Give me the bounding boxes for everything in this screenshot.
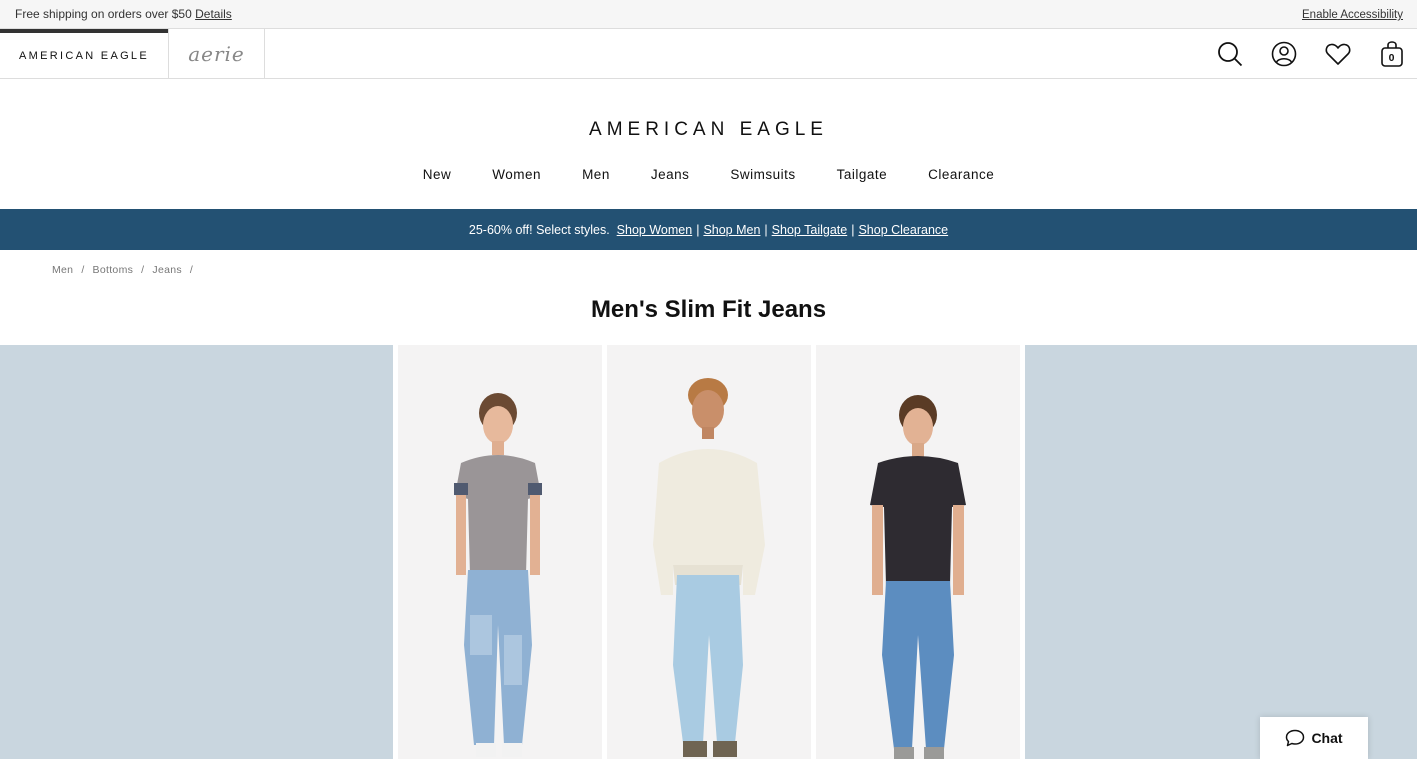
gallery-side-panel-left bbox=[0, 345, 393, 759]
promo-separator: | bbox=[764, 222, 768, 237]
header-icons: 0 bbox=[1216, 29, 1405, 79]
promo-link-shop-clearance[interactable]: Shop Clearance bbox=[858, 223, 948, 237]
chat-button[interactable]: Chat bbox=[1260, 717, 1368, 759]
breadcrumb-item-jeans[interactable]: Jeans bbox=[152, 264, 182, 276]
promo-link-shop-women[interactable]: Shop Women bbox=[617, 223, 693, 237]
nav-item-women[interactable]: Women bbox=[472, 167, 562, 193]
nav-item-swimsuits[interactable]: Swimsuits bbox=[710, 167, 816, 193]
gallery-side-panel-right bbox=[1025, 345, 1417, 759]
chat-label: Chat bbox=[1311, 730, 1343, 746]
breadcrumb: Men / Bottoms / Jeans / bbox=[52, 264, 201, 276]
hero-gallery bbox=[0, 345, 1417, 759]
breadcrumb-separator: / bbox=[189, 264, 194, 276]
promo-separator: | bbox=[851, 222, 855, 237]
nav-item-men[interactable]: Men bbox=[562, 167, 631, 193]
brand-bar: AMERICAN EAGLE aerie 0 bbox=[0, 29, 1417, 79]
nav-item-clearance[interactable]: Clearance bbox=[908, 167, 1015, 193]
nav-item-tailgate[interactable]: Tailgate bbox=[816, 167, 908, 193]
top-utility-bar: Free shipping on orders over $50 Details… bbox=[0, 0, 1417, 29]
breadcrumb-separator: / bbox=[141, 264, 145, 276]
promo-separator: | bbox=[696, 222, 700, 237]
model-image-henley[interactable] bbox=[398, 345, 602, 759]
heart-icon[interactable] bbox=[1324, 41, 1351, 68]
model-image-black-tee[interactable] bbox=[816, 345, 1020, 759]
enable-accessibility-link[interactable]: Enable Accessibility bbox=[1302, 9, 1403, 21]
site-logo[interactable]: AMERICAN EAGLE bbox=[0, 119, 1417, 143]
promo-link-shop-tailgate[interactable]: Shop Tailgate bbox=[772, 223, 848, 237]
shipping-details-link[interactable]: Details bbox=[195, 7, 232, 21]
breadcrumb-separator: / bbox=[81, 264, 85, 276]
page-title: Men's Slim Fit Jeans bbox=[590, 296, 827, 323]
nav-item-jeans[interactable]: Jeans bbox=[630, 167, 710, 193]
breadcrumb-item-men[interactable]: Men bbox=[52, 264, 73, 276]
chat-bubble-icon bbox=[1285, 729, 1305, 747]
search-icon[interactable] bbox=[1216, 41, 1243, 68]
promo-text: 25-60% off! Select styles. bbox=[468, 222, 610, 237]
cart-count: 0 bbox=[1388, 51, 1395, 64]
promo-banner: 25-60% off! Select styles. Shop Women | … bbox=[0, 209, 1417, 250]
shipping-message: Free shipping on orders over $50 Details bbox=[15, 7, 232, 21]
breadcrumb-item-bottoms[interactable]: Bottoms bbox=[93, 264, 134, 276]
shipping-text: Free shipping on orders over $50 bbox=[15, 7, 192, 21]
main-nav: New Women Men Jeans Swimsuits Tailgate C… bbox=[0, 167, 1417, 193]
account-icon[interactable] bbox=[1270, 41, 1297, 68]
brand-tab-american-eagle[interactable]: AMERICAN EAGLE bbox=[0, 29, 168, 78]
model-image-hoodie[interactable] bbox=[607, 345, 811, 759]
promo-link-shop-men[interactable]: Shop Men bbox=[703, 223, 760, 237]
nav-item-new[interactable]: New bbox=[402, 167, 472, 193]
brand-tab-aerie[interactable]: aerie bbox=[168, 29, 265, 78]
bag-icon[interactable]: 0 bbox=[1378, 41, 1405, 68]
